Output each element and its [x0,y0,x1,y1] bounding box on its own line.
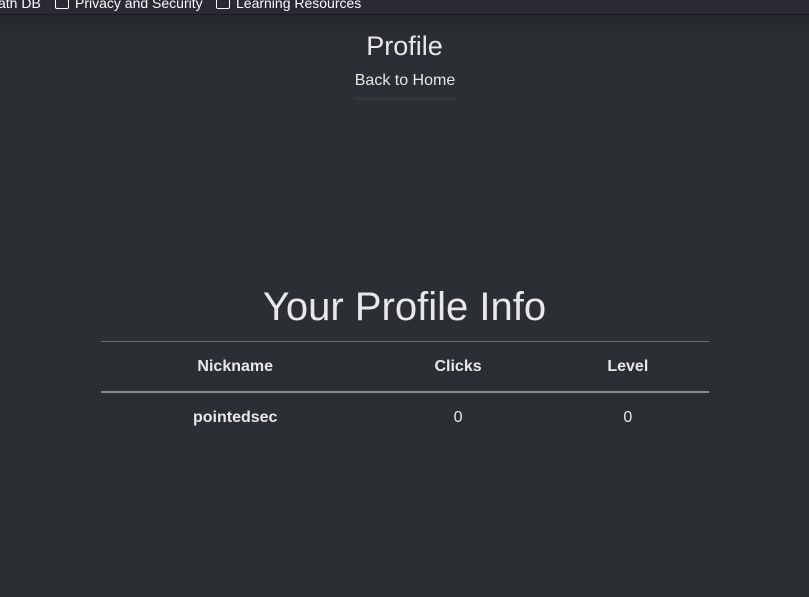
table-header-row: Nickname Clicks Level [101,341,709,392]
nickname-cell: pointedsec [192,409,278,426]
column-header-level: Level [607,357,649,375]
bookmarks-bar: ath DB Privacy and Security Learning Res… [0,0,809,15]
table-body: pointedsec 0 0 [101,392,709,443]
table-row: pointedsec 0 0 [101,392,709,443]
level-cell: 0 [623,409,633,426]
page-title: Profile [366,31,443,61]
bookmark-folder-privacy[interactable]: Privacy and Security [55,0,203,12]
column-header-clicks: Clicks [434,357,482,375]
column-header-nickname: Nickname [197,357,274,375]
folder-icon [55,0,69,9]
bookmark-label: Learning Resources [236,0,362,11]
bookmark-folder-learning[interactable]: Learning Resources [216,0,361,12]
profile-info-heading: Your Profile Info [262,285,547,329]
bookmark-label: Privacy and Security [75,0,203,11]
page-content: Profile Back to Home Your Profile Info N… [0,15,809,597]
bookmark-item[interactable]: ath DB [0,0,41,12]
clicks-cell: 0 [453,409,463,426]
bookmark-label: ath DB [0,0,41,11]
folder-icon [216,0,230,9]
profile-table: Nickname Clicks Level pointedsec 0 0 [101,341,709,443]
table-header: Nickname Clicks Level [101,341,709,392]
back-to-home-link[interactable]: Back to Home [354,72,456,100]
